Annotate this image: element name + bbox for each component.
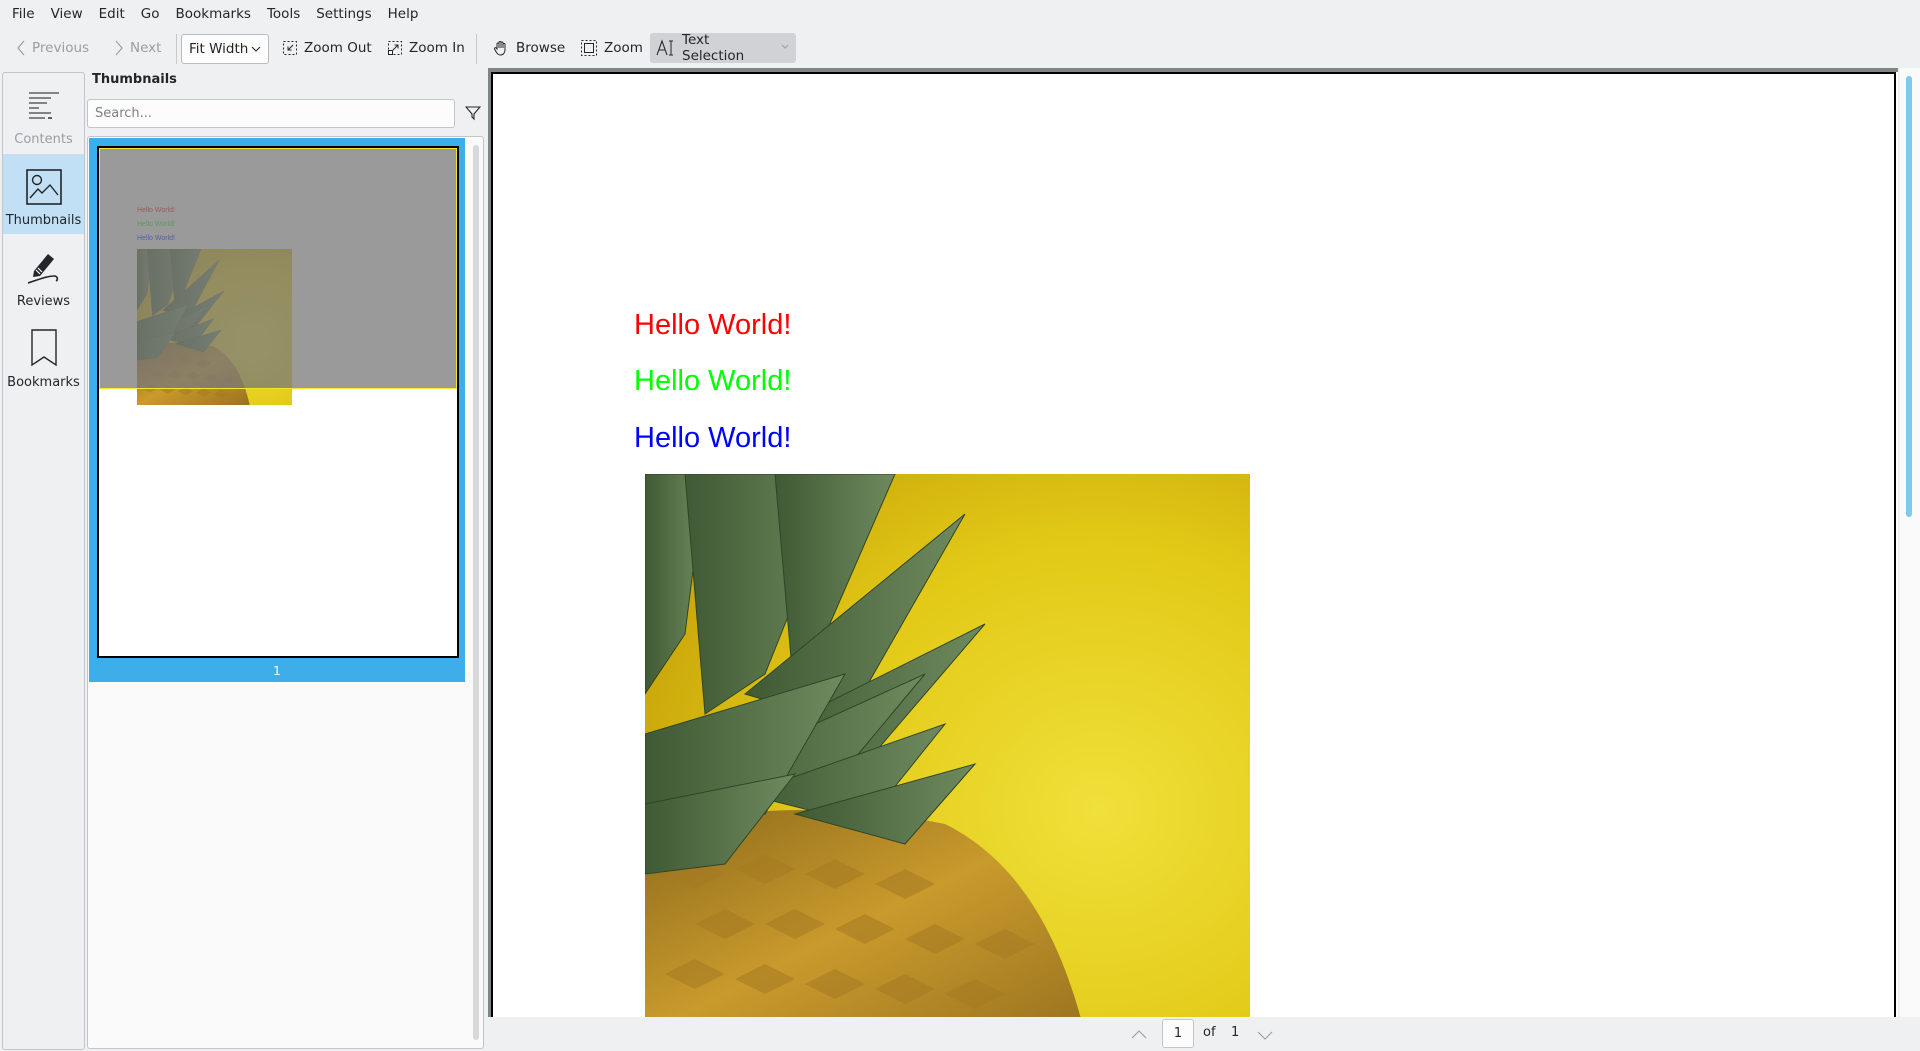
zoom-mode-select[interactable]: Fit Width [181, 34, 269, 64]
text-selection-label: Text Selection [682, 32, 745, 64]
total-pages: 1 [1231, 1025, 1240, 1040]
toolbar-separator [476, 34, 477, 64]
menu-file[interactable]: File [4, 0, 43, 29]
chevron-down-icon[interactable] [776, 40, 790, 56]
sidebar-item-label: Thumbnails [5, 213, 82, 228]
zoom-tool-label: Zoom [604, 40, 643, 56]
document-scrollbar-thumb[interactable] [1906, 76, 1912, 517]
menu-bookmarks[interactable]: Bookmarks [168, 0, 259, 29]
text-cursor-icon [656, 39, 676, 57]
hand-icon [492, 39, 510, 57]
next-page-button[interactable] [1256, 1027, 1274, 1043]
document-text-red: Hello World! [634, 309, 792, 341]
menu-tools[interactable]: Tools [259, 0, 308, 29]
menu-settings[interactable]: Settings [308, 0, 379, 29]
next-button[interactable]: Next [108, 33, 167, 63]
chevron-up-icon [1131, 1030, 1147, 1039]
chevron-down-icon [250, 43, 262, 59]
pineapple-image [644, 473, 1251, 1017]
thumbnail-preview[interactable]: Hello World! Hello World! Hello World! [97, 146, 459, 658]
menu-help[interactable]: Help [380, 0, 427, 29]
toolbar: Previous Next Fit Width Zoom Out Zoom In… [0, 30, 1920, 68]
page-navigation: of 1 [1130, 1019, 1290, 1051]
chevron-down-icon [1257, 1031, 1273, 1040]
current-page-field[interactable] [1162, 1019, 1194, 1048]
thumbnails-icon [25, 169, 62, 205]
chevron-left-icon [16, 40, 26, 56]
menu-view[interactable]: View [43, 0, 91, 29]
thumbnail-scrollbar[interactable] [473, 145, 479, 1040]
zoom-in-icon [387, 40, 403, 56]
menubar: File View Edit Go Bookmarks Tools Settin… [0, 0, 1920, 29]
bookmarks-icon [30, 329, 57, 367]
panel-title: Thumbnails [92, 72, 177, 87]
sidebar-item-label: Bookmarks [7, 375, 80, 390]
browse-button[interactable]: Browse [486, 33, 571, 63]
sidebar-item-label: Reviews [16, 294, 71, 309]
document-view[interactable]: Hello World! Hello World! Hello World! [488, 68, 1898, 1017]
zoom-out-icon [282, 40, 298, 56]
next-label: Next [130, 40, 162, 56]
thumbnail-page-1[interactable]: Hello World! Hello World! Hello World! 1 [89, 138, 465, 682]
visible-area-overlay[interactable] [99, 148, 457, 389]
previous-label: Previous [32, 40, 90, 56]
text-selection-button[interactable]: Text Selection [650, 32, 796, 64]
filter-icon[interactable] [464, 105, 482, 121]
zoom-in-button[interactable]: Zoom In [381, 33, 471, 63]
zoom-tool-button[interactable]: Zoom [574, 33, 649, 63]
sidebar-item-reviews[interactable]: Reviews [3, 235, 84, 315]
sidebar-item-bookmarks[interactable]: Bookmarks [3, 316, 84, 396]
thumbnail-page-label: 1 [273, 664, 281, 678]
browse-label: Browse [516, 40, 566, 56]
previous-button[interactable]: Previous [10, 33, 95, 63]
document-text-green: Hello World! [634, 365, 792, 397]
zoom-area-icon [580, 39, 598, 57]
previous-page-button[interactable] [1130, 1027, 1148, 1043]
zoom-in-label: Zoom In [409, 40, 465, 56]
sidebar: Contents Thumbnails Reviews Bookmarks [2, 72, 85, 1050]
reviews-icon [27, 254, 58, 284]
zoom-mode-value: Fit Width [189, 41, 249, 57]
menu-edit[interactable]: Edit [91, 0, 133, 29]
zoom-out-label: Zoom Out [304, 40, 372, 56]
menu-go[interactable]: Go [133, 0, 168, 29]
document-text-blue: Hello World! [634, 422, 792, 454]
sidebar-item-label: Contents [14, 132, 73, 147]
sidebar-item-contents[interactable]: Contents [3, 73, 84, 153]
document-page[interactable]: Hello World! Hello World! Hello World! [491, 72, 1896, 1017]
chevron-right-icon [114, 40, 124, 56]
zoom-out-button[interactable]: Zoom Out [276, 33, 378, 63]
sidebar-item-thumbnails[interactable]: Thumbnails [3, 154, 84, 234]
thumbnail-list: Hello World! Hello World! Hello World! 1 [87, 136, 484, 1049]
page-of-label: of [1203, 1025, 1216, 1040]
contents-icon [28, 92, 59, 119]
search-input[interactable] [87, 99, 455, 128]
toolbar-separator [176, 34, 177, 64]
